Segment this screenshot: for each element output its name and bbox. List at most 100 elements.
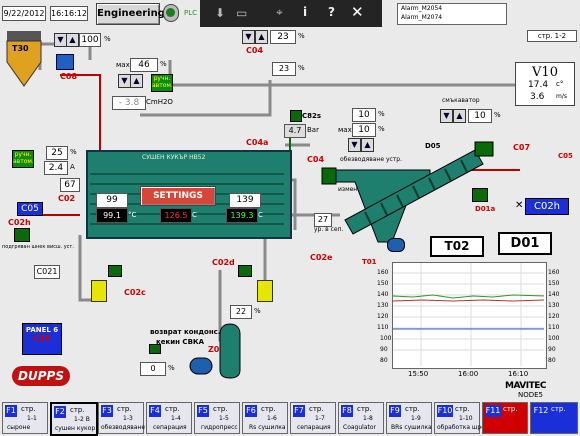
c08-motor[interactable] [56,54,74,70]
c08-up-button[interactable]: ▲ [66,33,79,47]
fkey-f9-name: BRs сушилка [391,424,432,431]
y-tick-2: 140 [377,291,389,298]
fkey-f3[interactable]: F3 стр. 1-3 обезводяване [98,402,146,434]
fkey-f6[interactable]: F6 стр. 1-6 Rs сушилка [242,402,288,434]
y-tick-r-2: 140 [548,291,560,298]
fkey-f4[interactable]: F4 стр. 1-4 сепарация [146,402,192,434]
fkey-f6-sub: 1-6 [267,415,277,422]
c02c-pump[interactable] [91,280,107,302]
max-unit: % [160,60,167,68]
left-pct-value: 25 [46,146,68,160]
hopper-t30 [6,31,42,87]
c04-max-value[interactable]: 23 [270,30,296,44]
exh-value[interactable]: 10 [468,109,492,123]
fkey-f1-title: стр. [21,405,36,413]
c07-label: C07 [513,143,531,152]
fkey-f10[interactable]: F10 стр. 1-10 обработка шрота [434,402,492,434]
v10-speed: 3.6 [530,92,545,102]
t02-tank[interactable]: T02 [430,236,484,257]
c02d-pump[interactable] [257,280,273,302]
t01-label: T01 [362,258,377,266]
y-tick-r-0: 160 [548,269,560,276]
c05-left-button[interactable]: C05 [17,202,43,216]
c04-down-button[interactable]: ▼ [242,30,255,44]
fkey-f5[interactable]: F5 стр. 1-5 гидропресс [194,402,240,434]
y-tick-1: 150 [377,280,389,287]
fkey-f3-name: обезводяване [101,424,146,431]
fkey-f12-title: стр. [551,405,566,413]
c02h-down-arrow: ✕ [515,200,524,211]
y-tick-r-8: 80 [548,357,556,364]
c05-right-label: C05 [558,152,573,160]
node-label: NODE5 [518,391,544,399]
fkey-f9[interactable]: F9 стр. 1-9 BRs сушилка [386,402,432,434]
manual-auto-center[interactable]: ручн. автом. [151,74,173,92]
screw-conveyor[interactable] [335,140,495,250]
fkey-f7-sub: 1-7 [315,415,325,422]
c08-label: C08 [60,72,78,81]
cmh2o-value: - 3.8 [112,96,146,110]
fkey-f1[interactable]: F1 стр. 1-1 сыроне [2,402,48,434]
c02c-label: C02c [124,288,146,297]
c02c-valve[interactable] [108,265,122,277]
fkey-f4-name: сепарация [153,424,187,431]
fkey-f2[interactable]: F2 стр. 1-2 В сушен кукор [50,402,98,436]
y-tick-4: 120 [377,313,389,320]
max-up-button[interactable]: ▲ [130,74,143,88]
c08-value[interactable]: 100 [79,33,101,47]
return-pct-unit: % [168,364,175,372]
d01-tank[interactable]: D01 [498,232,552,255]
c02h-left-motor[interactable] [14,228,30,242]
c82s-valve[interactable] [290,110,302,122]
fkey-f11[interactable]: F11 стр. [482,402,528,434]
d01a-motor[interactable] [472,188,488,202]
fkey-f2-title: стр. [70,406,85,414]
t01-pump[interactable] [387,238,405,252]
fkey-f3-code: F3 [101,405,113,417]
x-tick-2: 16:10 [508,370,529,378]
fkey-f8[interactable]: F8 стр. 1-8 Coagulator [338,402,384,434]
set-left-value[interactable]: 99 [96,193,128,208]
bar-unit: Bar [307,126,319,134]
v10-temp-unit: c° [556,80,564,88]
podgr-label: подгряван шнек висш. уст. [2,244,74,250]
y-tick-r-1: 150 [548,280,560,287]
bar-value: 4.7 [284,124,306,138]
fkey-f7-title: стр. [309,405,324,413]
c021-box[interactable]: C021 [34,265,60,279]
fkey-f7[interactable]: F7 стр. 1-7 сепарация [290,402,336,434]
sep-max-label: мах [338,126,352,134]
fkey-f9-title: стр. [405,405,420,413]
c10-label: C10 [33,334,51,343]
v10-panel[interactable]: V10 17.4 c° 3.6 m/s [515,62,575,106]
panel6-button[interactable]: PANEL 6 C10 [22,323,62,355]
settings-button[interactable]: SETTINGS [140,186,216,206]
c82s-label: C82s [302,112,322,120]
set-right-value[interactable]: 139 [229,193,261,208]
fkey-f9-sub: 1-9 [411,415,421,422]
c04-pct-value: 23 [272,62,296,76]
manual-auto-left[interactable]: ручн. автом. [12,150,34,168]
fkey-f6-name: Rs сушилка [249,424,286,431]
exh-down-button[interactable]: ▼ [440,109,453,123]
max-value[interactable]: 46 [130,58,158,72]
return-valve[interactable] [149,344,161,354]
c04-up-button[interactable]: ▲ [255,30,268,44]
d01a-label: D01a [475,205,496,213]
sep-max-value[interactable]: 10 [352,123,376,137]
exh-up-button[interactable]: ▲ [453,109,466,123]
c02d-valve[interactable] [238,265,252,277]
fkey-f3-title: стр. [117,405,132,413]
max-label: мах [116,61,130,69]
x-tick-0: 15:50 [408,370,429,378]
condensate-tank[interactable] [180,320,250,382]
c02h-right-button[interactable]: C02h [525,198,569,215]
exh-unit: % [494,111,501,119]
fkey-f5-code: F5 [197,405,209,417]
fkey-f12[interactable]: F12 стр. [530,402,578,434]
fkey-f12-code: F12 [533,405,549,417]
c02-label: C02 [58,194,76,203]
temp-right-unit: C [258,211,263,219]
mavitec-logo: MAVITEC [505,381,547,391]
fkey-f8-name: Coagulator [343,424,376,431]
